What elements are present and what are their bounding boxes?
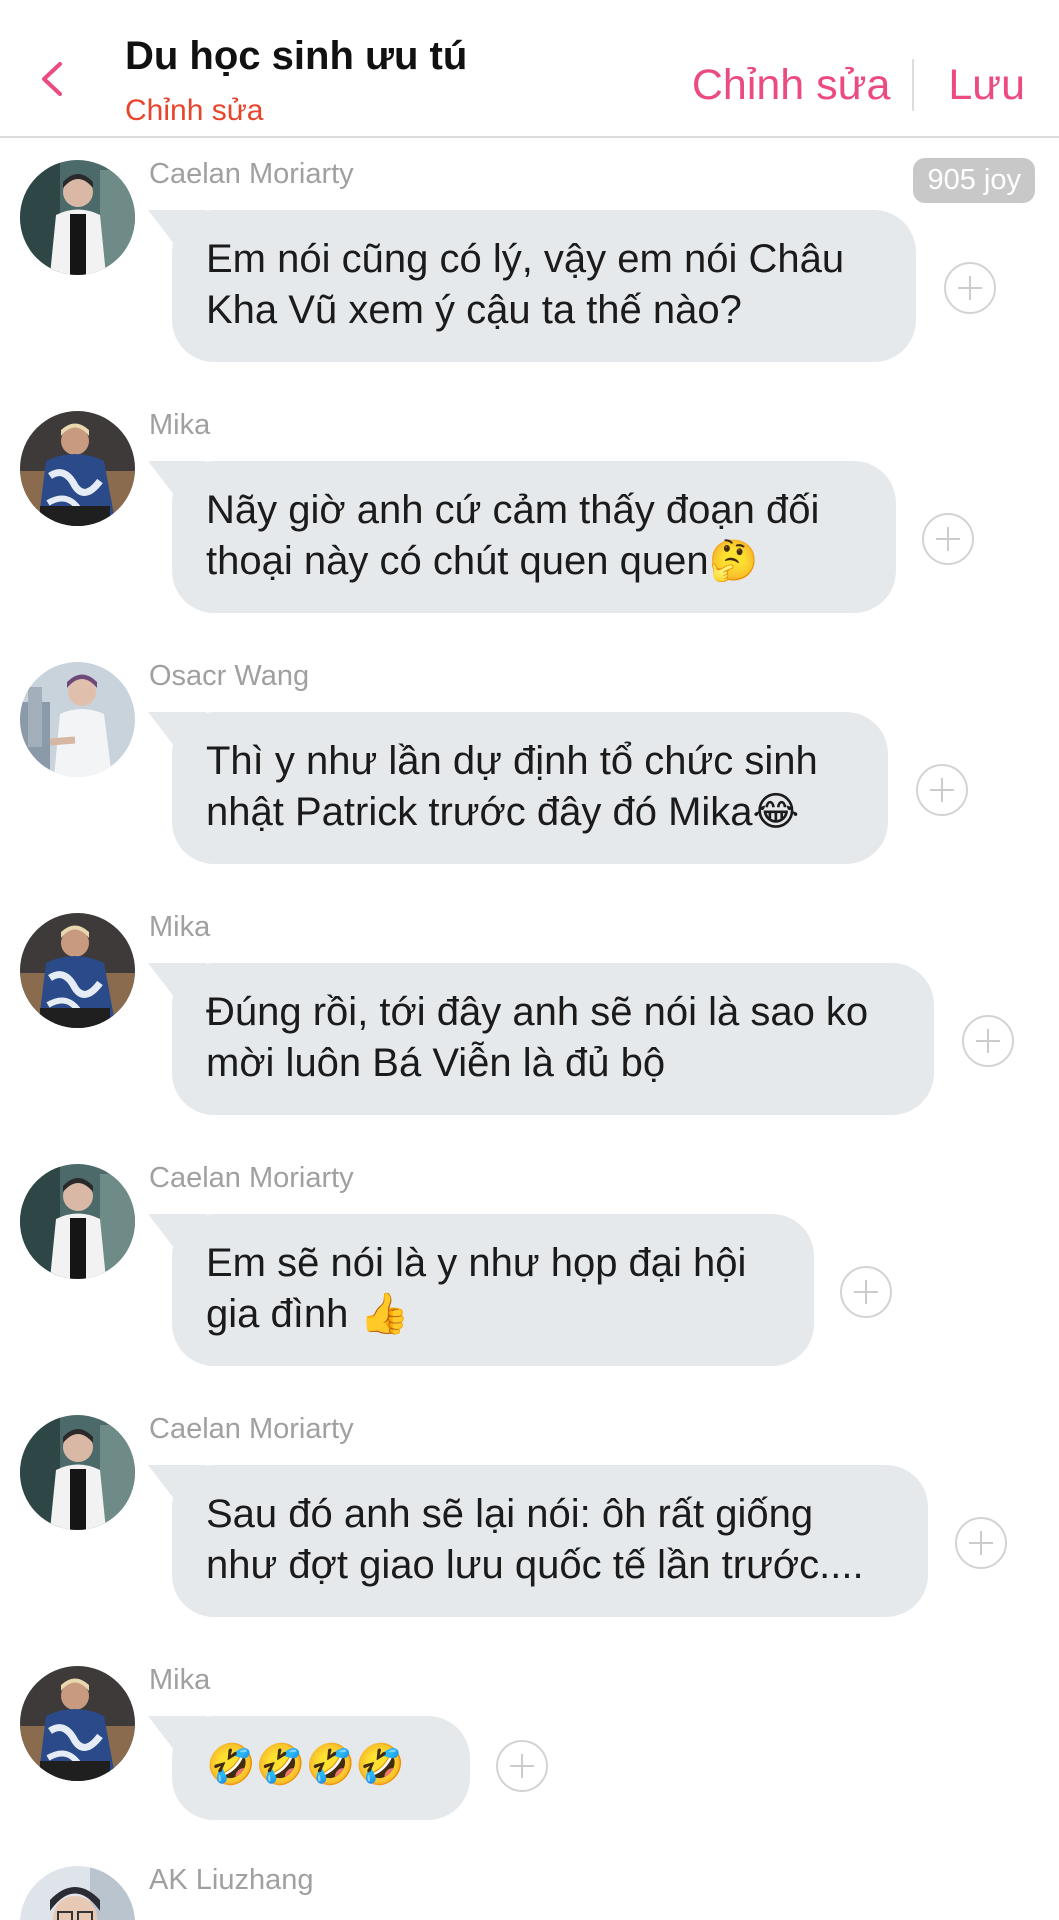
message-bubble[interactable]: Nãy giờ anh cứ cảm thấy đoạn đối thoại n… (172, 461, 896, 613)
chat-message-list[interactable]: Caelan Moriarty 905 joy Em nói cũng có l… (0, 138, 1059, 1920)
message-bubble[interactable]: Em sẽ nói là y như họp đại hội gia đình … (172, 1214, 814, 1366)
page-subtitle[interactable]: Chỉnh sửa (125, 94, 264, 128)
edit-button[interactable]: Chỉnh sửa (692, 58, 891, 112)
message-text: Em nói cũng có lý, vậy em nói Châu (206, 237, 845, 281)
message-text: như đợt giao lưu quốc tế lần trước.... (206, 1543, 864, 1587)
message-text: thoại này có chút quen quen🤔 (206, 539, 759, 583)
message-text: Nãy giờ anh cứ cảm thấy đoạn đối (206, 488, 820, 532)
avatar[interactable] (20, 1164, 135, 1279)
sender-name: AK Liuzhang (149, 1864, 314, 1896)
avatar[interactable] (20, 1666, 135, 1781)
sender-name: Caelan Moriarty (149, 1413, 354, 1445)
message-text: Em sẽ nói là y như họp đại hội (206, 1241, 747, 1285)
message-text: gia đình 👍 (206, 1292, 410, 1336)
sender-name: Caelan Moriarty (149, 158, 354, 190)
page-title: Du học sinh ưu tú (125, 34, 468, 78)
sender-name: Mika (149, 409, 211, 441)
message-text: 🤣🤣🤣🤣 (206, 1743, 406, 1787)
header-actions: Chỉnh sửa Lưu (692, 58, 1025, 112)
sender-name: Mika (149, 911, 211, 943)
message-text: Sau đó anh sẽ lại nói: ôh rất giống (206, 1492, 814, 1536)
message-bubble[interactable]: Sau đó anh sẽ lại nói: ôh rất giống như … (172, 1465, 928, 1617)
message-text: Thì y như lần dự định tổ chức sinh (206, 739, 818, 783)
add-reaction-button[interactable] (922, 513, 974, 565)
back-button[interactable] (30, 54, 80, 104)
avatar[interactable] (20, 160, 135, 275)
avatar[interactable] (20, 1415, 135, 1530)
chat-header: Du học sinh ưu tú Chỉnh sửa Chỉnh sửa Lư… (0, 0, 1059, 138)
message-text: nhật Patrick trước đây đó Mika😂 (206, 790, 800, 834)
message-bubble[interactable]: Em nói cũng có lý, vậy em nói Châu Kha V… (172, 210, 916, 362)
avatar[interactable] (20, 913, 135, 1028)
avatar[interactable] (20, 662, 135, 777)
message-text: mời luôn Bá Viễn là đủ bộ (206, 1041, 666, 1085)
message-text: Kha Vũ xem ý cậu ta thế nào? (206, 288, 742, 332)
add-reaction-button[interactable] (962, 1015, 1014, 1067)
message-bubble[interactable]: Thì y như lần dự định tổ chức sinh nhật … (172, 712, 888, 864)
message-bubble[interactable]: Đúng rồi, tới đây anh sẽ nói là sao ko m… (172, 963, 934, 1115)
add-reaction-button[interactable] (916, 764, 968, 816)
add-reaction-button[interactable] (955, 1517, 1007, 1569)
sender-name: Caelan Moriarty (149, 1162, 354, 1194)
sender-name: Osacr Wang (149, 660, 310, 692)
header-divider (912, 59, 915, 111)
message-text: Đúng rồi, tới đây anh sẽ nói là sao ko (206, 990, 869, 1034)
avatar[interactable] (20, 1866, 135, 1920)
save-button[interactable]: Lưu (948, 58, 1025, 112)
add-reaction-button[interactable] (840, 1266, 892, 1318)
add-reaction-button[interactable] (496, 1740, 548, 1792)
joy-badge: 905 joy (913, 158, 1035, 203)
add-reaction-button[interactable] (944, 262, 996, 314)
message-bubble[interactable]: 🤣🤣🤣🤣 (172, 1716, 470, 1820)
avatar[interactable] (20, 411, 135, 526)
sender-name: Mika (149, 1664, 211, 1696)
chevron-left-icon (42, 62, 62, 96)
